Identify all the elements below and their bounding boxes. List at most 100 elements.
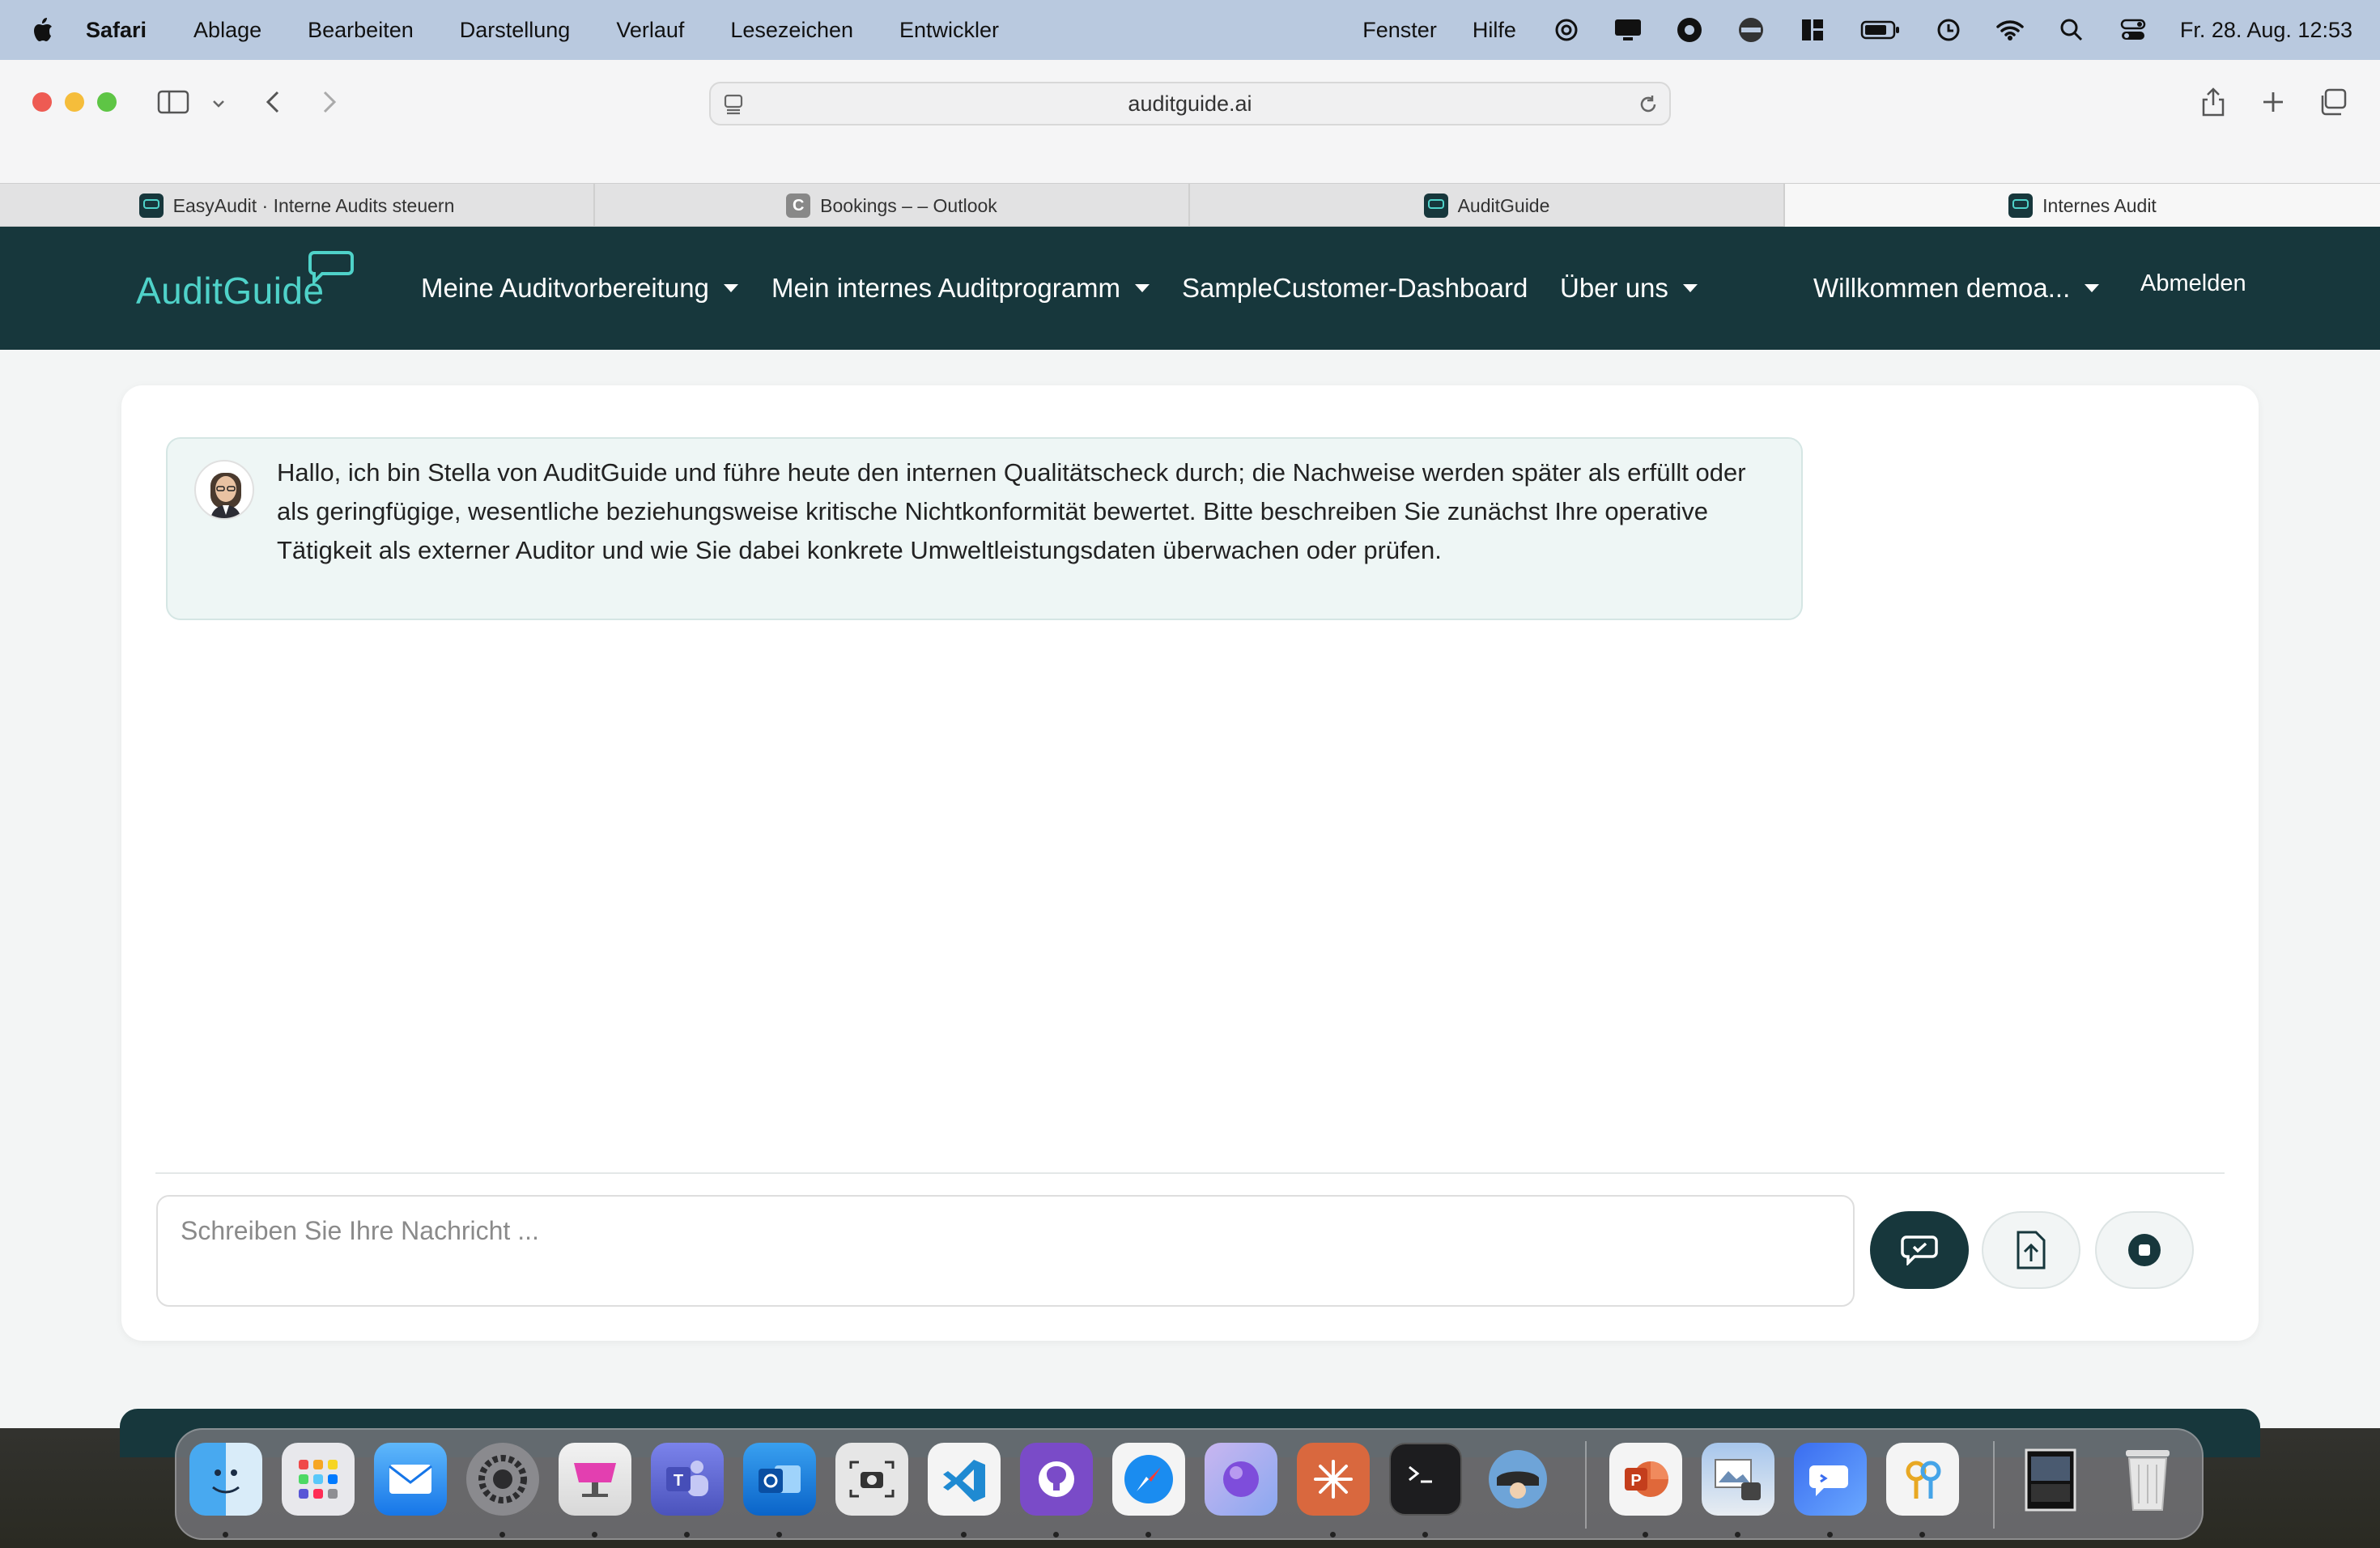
caret-down-icon (1135, 284, 1150, 292)
svg-text:T: T (674, 1472, 683, 1490)
tab-title: Internes Audit (2042, 194, 2157, 216)
chatgpt-icon[interactable] (1552, 15, 1581, 45)
zoom-window-button[interactable] (97, 92, 117, 112)
message-input-container (156, 1195, 1855, 1307)
control-center-icon[interactable] (2119, 15, 2148, 45)
tab-easyaudit[interactable]: EasyAudit · Interne Audits steuern (0, 184, 595, 228)
menu-item-ablage[interactable]: Ablage (193, 18, 261, 43)
user-menu[interactable]: Willkommen demoa... (1813, 227, 2100, 350)
nav-mein-internes-auditprogramm[interactable]: Mein internes Auditprogramm (771, 227, 1150, 350)
tab-bookings[interactable]: C Bookings – – Outlook (595, 184, 1190, 228)
stop-button[interactable] (2095, 1211, 2194, 1289)
microsoft-teams-icon[interactable]: T (651, 1443, 724, 1516)
svg-text:P: P (1630, 1472, 1641, 1490)
back-icon[interactable] (259, 86, 287, 118)
upload-button[interactable] (1982, 1211, 2080, 1289)
send-button[interactable] (1870, 1211, 1969, 1289)
tab-bar: EasyAudit · Interne Audits steuern C Boo… (0, 183, 2380, 228)
screenshot-icon[interactable] (835, 1443, 908, 1516)
claude-icon[interactable] (1297, 1443, 1370, 1516)
new-tab-icon[interactable] (2255, 84, 2291, 120)
url-text[interactable]: auditguide.ai (711, 83, 1669, 124)
sidebar-toggle-icon[interactable] (155, 87, 191, 117)
bartender-icon[interactable] (1481, 1443, 1554, 1516)
menu-item-darstellung[interactable]: Darstellung (460, 18, 571, 43)
chat-divider (155, 1172, 2225, 1174)
privacy-icon[interactable] (1736, 15, 1766, 45)
auditguide-favicon-icon (1423, 194, 1448, 218)
trash-icon[interactable] (2111, 1443, 2184, 1516)
menu-item-hilfe[interactable]: Hilfe (1473, 18, 1516, 43)
tab-overview-icon[interactable] (2315, 84, 2351, 120)
preview-icon[interactable] (1702, 1443, 1774, 1516)
tab-title: EasyAudit · Interne Audits steuern (172, 194, 455, 216)
auditguide-logo[interactable]: AuditGuide (136, 251, 354, 313)
tab-auditguide[interactable]: AuditGuide (1190, 184, 1785, 228)
orbit-icon[interactable] (1205, 1443, 1277, 1516)
message-input[interactable] (181, 1211, 1824, 1250)
auditguide-favicon-icon (138, 194, 164, 218)
caret-down-icon (723, 284, 738, 292)
terminal-icon[interactable] (1389, 1443, 1462, 1516)
safari-icon[interactable] (1112, 1443, 1185, 1516)
dock: T P (175, 1428, 2204, 1540)
browser-toolbar: auditguide.ai CB Z M m W G T A (0, 60, 2380, 230)
tab-title: AuditGuide (1457, 194, 1550, 216)
menu-item-lesezeichen[interactable]: Lesezeichen (730, 18, 853, 43)
search-icon[interactable] (2057, 15, 2086, 45)
forward-icon[interactable] (316, 86, 343, 118)
auditguide-favicon-icon (2008, 194, 2034, 218)
keynote-icon[interactable] (559, 1443, 631, 1516)
minimize-window-button[interactable] (65, 92, 84, 112)
menu-item-entwickler[interactable]: Entwickler (899, 18, 999, 43)
launchpad-icon[interactable] (282, 1443, 355, 1516)
nav-label: Über uns (1560, 273, 1668, 303)
nav-meine-auditvorbereitung[interactable]: Meine Auditvorbereitung (421, 227, 738, 350)
share-icon[interactable] (2195, 84, 2231, 120)
keychain-icon[interactable] (1886, 1443, 1959, 1516)
system-settings-icon[interactable] (466, 1443, 539, 1516)
clock-icon[interactable] (1934, 15, 1963, 45)
menu-bar: Safari Ablage Bearbeiten Darstellung Ver… (0, 0, 2380, 60)
c-favicon-icon: C (786, 194, 811, 218)
menu-app-name[interactable]: Safari (86, 18, 147, 43)
battery-icon[interactable] (1859, 15, 1902, 45)
site-header: AuditGuide Meine Auditvorbereitung Mein … (0, 227, 2380, 350)
nav-samplecustomer-dashboard[interactable]: SampleCustomer-Dashboard (1182, 227, 1528, 350)
copilot-icon[interactable] (1794, 1443, 1867, 1516)
record-icon[interactable] (1675, 15, 1704, 45)
close-window-button[interactable] (32, 92, 52, 112)
chevron-down-icon[interactable] (209, 96, 228, 112)
menu-item-bearbeiten[interactable]: Bearbeiten (308, 18, 414, 43)
nav-ueber-uns[interactable]: Über uns (1560, 227, 1698, 350)
visual-studio-code-icon[interactable] (928, 1443, 1001, 1516)
file-upload-icon (2015, 1229, 2047, 1271)
speech-bubble-logo-icon (303, 249, 356, 288)
menu-item-verlauf[interactable]: Verlauf (616, 18, 684, 43)
powerpoint-icon[interactable]: P (1609, 1443, 1682, 1516)
chat-send-icon (1900, 1235, 1939, 1265)
github-desktop-icon[interactable] (1020, 1443, 1093, 1516)
welcome-label: Willkommen demoa... (1813, 273, 2071, 303)
nav-label: SampleCustomer-Dashboard (1182, 273, 1528, 303)
address-bar[interactable]: auditguide.ai (709, 82, 1671, 125)
logo-text: AuditGuide (136, 270, 325, 312)
menu-clock[interactable]: Fr. 28. Aug. 12:53 (2180, 18, 2352, 43)
layout-icon[interactable] (1798, 15, 1827, 45)
display-icon[interactable] (1613, 15, 1643, 45)
caret-down-icon (1682, 284, 1698, 292)
menu-item-fenster[interactable]: Fenster (1362, 18, 1437, 43)
finder-icon[interactable] (189, 1443, 262, 1516)
wifi-icon[interactable] (1995, 15, 2025, 45)
logout-link[interactable]: Abmelden (2140, 227, 2246, 340)
apple-menu-icon[interactable] (21, 0, 63, 60)
assistant-message-text: Hallo, ich bin Stella von AuditGuide und… (277, 458, 1746, 564)
reload-icon[interactable] (1635, 91, 1661, 117)
mail-icon[interactable] (374, 1443, 447, 1516)
tab-internes-audit[interactable]: Internes Audit (1785, 184, 2380, 228)
tab-title: Bookings – – Outlook (820, 194, 997, 216)
nav-label: Mein internes Auditprogramm (771, 273, 1121, 303)
nav-label: Meine Auditvorbereitung (421, 273, 709, 303)
microsoft-outlook-icon[interactable] (743, 1443, 816, 1516)
downloads-stack-icon[interactable] (2014, 1443, 2087, 1516)
